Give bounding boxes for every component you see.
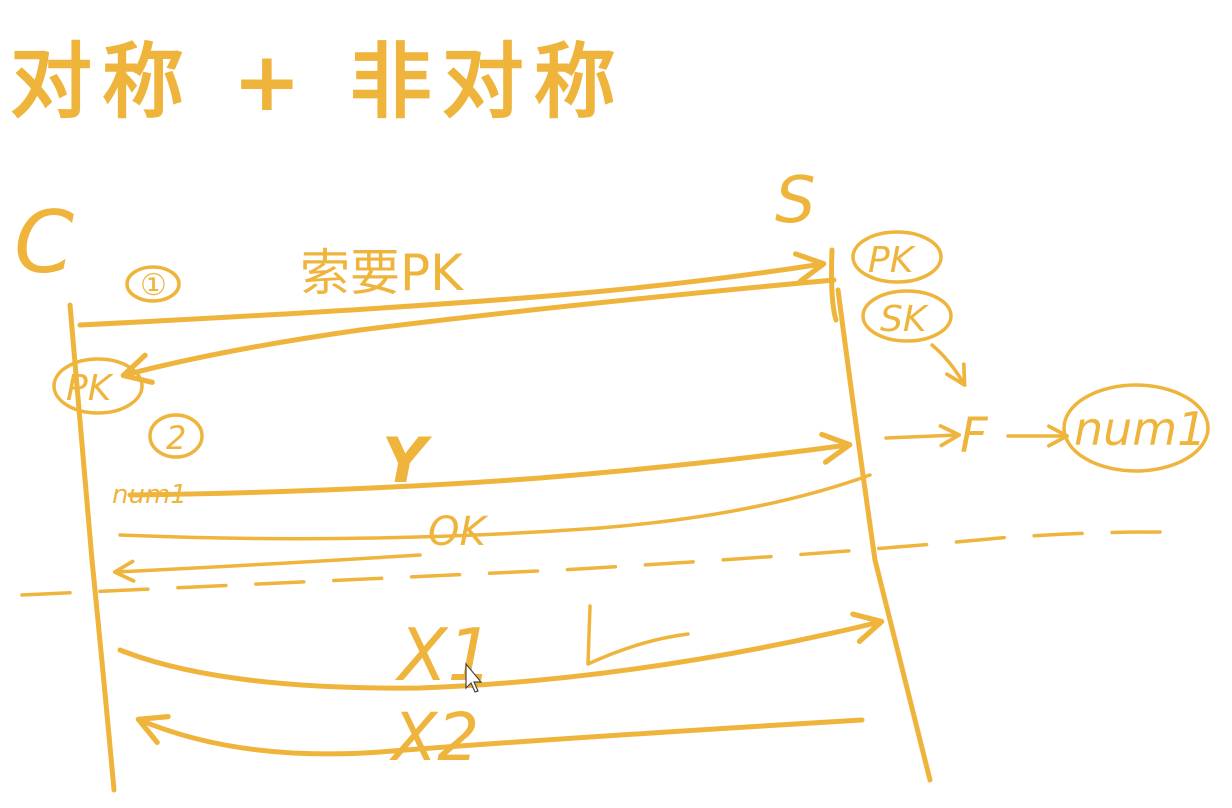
msg-request-pk-label: 索要PK	[300, 244, 464, 302]
server-to-f-arrow	[884, 424, 962, 448]
server-label: S	[775, 164, 816, 238]
sk-to-f-arrow	[930, 343, 967, 387]
f-label: F	[960, 408, 989, 464]
step1-label: ①	[140, 268, 167, 303]
msg-ok-label: OK	[428, 509, 488, 555]
server-num1-label: num1	[1074, 402, 1206, 456]
msg-x2-label: X2	[389, 699, 479, 776]
title: 对称 + 非对称	[10, 35, 626, 130]
server-lifeline-main	[835, 287, 933, 783]
msg-return-pk-arrow	[120, 277, 837, 385]
server-lifeline	[829, 247, 839, 323]
msg-ok-underline	[118, 473, 872, 541]
step2-label: 2	[166, 419, 186, 457]
msg-y-arrow	[127, 431, 853, 498]
msg-x1-arrow	[117, 611, 885, 691]
msg-ok-arrow	[112, 553, 422, 583]
check-mark	[586, 604, 690, 666]
msg-x2-arrow	[135, 713, 865, 757]
server-pk-label: PK	[868, 240, 916, 281]
client-label: C	[14, 193, 74, 293]
server-sk-label: SK	[880, 299, 929, 340]
phase-separator	[20, 530, 1162, 597]
client-pk-label: PK	[66, 368, 114, 409]
protocol-diagram: 对称 + 非对称 C S ① 索要PK PK SK PK 2 num1 Y F …	[10, 35, 1210, 793]
